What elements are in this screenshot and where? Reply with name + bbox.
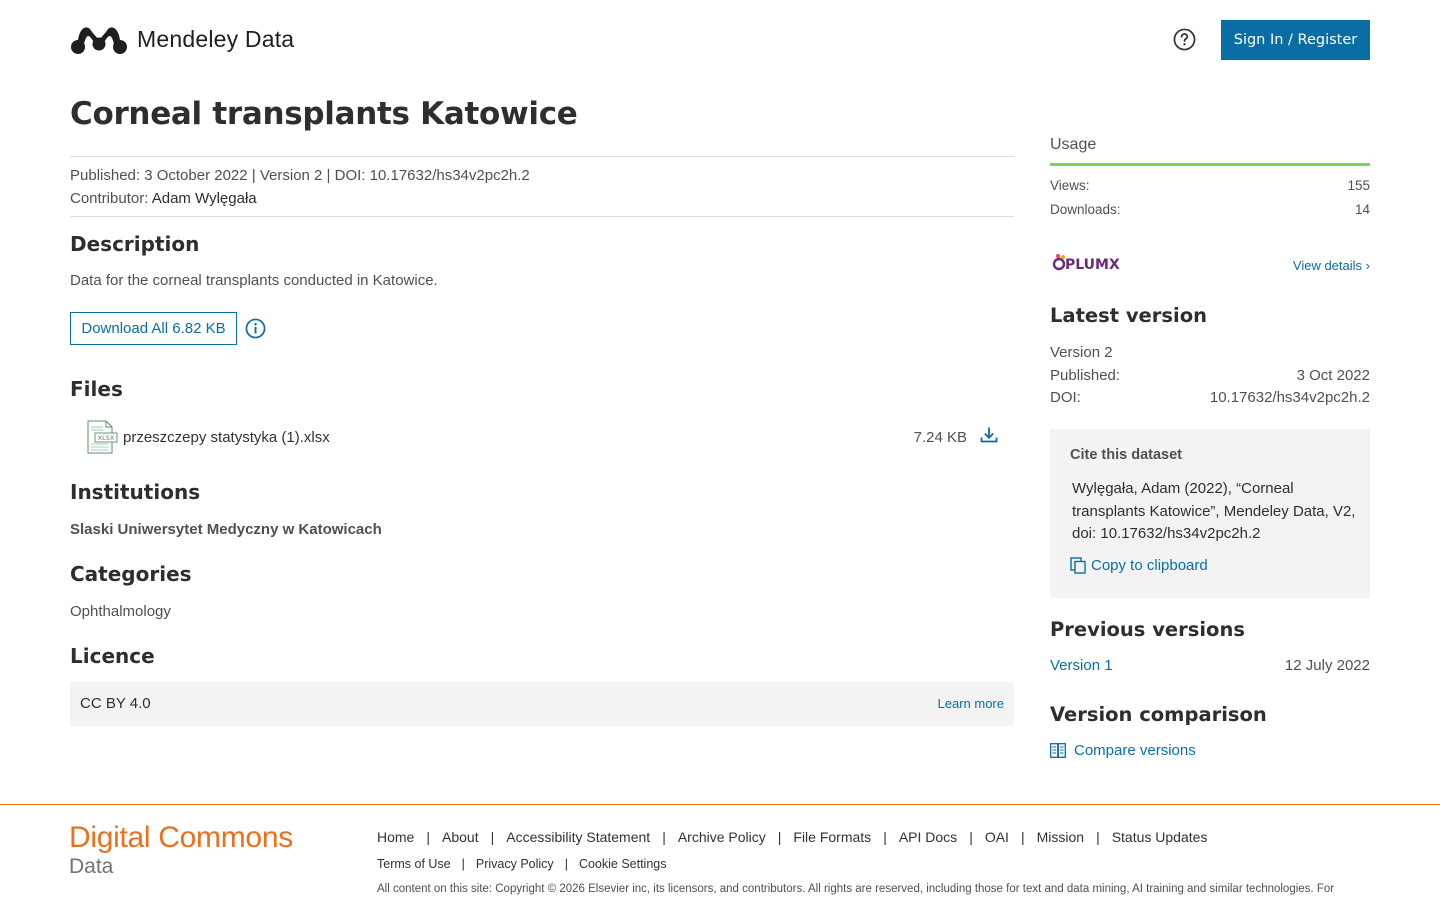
view-details-label: View details	[1292, 258, 1363, 273]
site-footer: Digital Commons Data Home | About | Access…	[0, 804, 1440, 900]
licence-box: CC BY 4.0 Learn more	[70, 682, 1014, 726]
info-icon[interactable]	[245, 318, 266, 339]
files-heading: Files	[70, 377, 123, 401]
latest-version-heading: Latest version	[1050, 304, 1207, 327]
previous-version-date: 12 July 2022	[1284, 657, 1370, 674]
footer-legal-nav: Terms of Use | Privacy Policy | Cookie Set…	[377, 857, 667, 871]
brand-name: Mendeley Data	[137, 25, 295, 52]
plumx-label: PLUMX	[1065, 257, 1120, 273]
category-name[interactable]: Ophthalmology	[70, 603, 171, 620]
footer-link-oai[interactable]: OAI	[985, 829, 1009, 845]
footer-link-api-docs[interactable]: API Docs	[899, 829, 957, 845]
institutions-heading: Institutions	[70, 480, 201, 504]
dataset-sidebar: Usage Views: 155 Downloads: 14 PLUMX Vie…	[1050, 136, 1370, 759]
footer-link-accessibility[interactable]: Accessibility Statement	[506, 829, 650, 845]
chevron-right-icon: ›	[1365, 258, 1370, 273]
download-all-button[interactable]: Download All 6.82 KB	[70, 312, 237, 345]
copy-icon	[1070, 557, 1086, 574]
page-title: Corneal transplants Katowice	[70, 96, 578, 132]
contributor-line: Contributor: Adam Wylęgała	[70, 187, 1014, 210]
downloads-stat: Downloads: 14	[1050, 202, 1370, 217]
footer-link-cookie-settings[interactable]: Cookie Settings	[579, 857, 667, 871]
contributor-name[interactable]: Adam Wylęgała	[152, 190, 257, 207]
download-icon[interactable]	[980, 426, 998, 444]
licence-name: CC BY 4.0	[80, 695, 151, 712]
downloads-count: 14	[1354, 202, 1370, 217]
version-comparison-heading: Version comparison	[1050, 703, 1267, 726]
xlsx-file-icon: XLSX	[87, 420, 118, 454]
footer-link-about[interactable]: About	[442, 829, 479, 845]
compare-label: Compare versions	[1074, 742, 1196, 759]
doi-label: DOI:	[1050, 389, 1081, 406]
latest-version-number: Version 2	[1050, 344, 1113, 361]
licence-heading: Licence	[70, 644, 155, 668]
dataset-main: Corneal transplants Katowice Published: …	[70, 96, 1014, 726]
description-text: Data for the corneal transplants conduct…	[70, 272, 438, 289]
learn-more-link[interactable]: Learn more	[938, 696, 1004, 711]
site-header: Mendeley Data Sign In / Register	[0, 0, 1440, 80]
footer-link-mission[interactable]: Mission	[1037, 829, 1084, 845]
published-date: 3 Oct 2022	[1296, 367, 1370, 384]
previous-version-link[interactable]: Version 1	[1050, 657, 1113, 674]
publish-meta-line: Published: 3 October 2022 | Version 2 | …	[70, 167, 530, 184]
footer-nav: Home | About | Accessibility Statement | Ar…	[377, 829, 1208, 845]
citation-text: Wylęgała, Adam (2022), “Corneal transpla…	[1072, 480, 1356, 542]
mendeley-data-logo[interactable]: Mendeley Data	[70, 22, 294, 56]
contributor-label: Contributor:	[70, 190, 149, 207]
help-icon[interactable]	[1173, 28, 1196, 51]
views-stat: Views: 155	[1050, 178, 1370, 193]
doi-value[interactable]: 10.17632/hs34v2pc2h.2	[1210, 389, 1370, 406]
usage-heading: Usage	[1050, 136, 1370, 166]
description-heading: Description	[70, 232, 200, 256]
views-label: Views:	[1050, 178, 1090, 193]
published-label: Published:	[1050, 367, 1121, 384]
file-row[interactable]: XLSX przeszczepy statystyka (1).xlsx 7.2…	[86, 420, 1004, 454]
footer-link-home[interactable]: Home	[377, 829, 414, 845]
compare-icon	[1050, 743, 1066, 758]
footer-link-archive-policy[interactable]: Archive Policy	[678, 829, 766, 845]
copy-to-clipboard-link[interactable]: Copy to clipboard	[1070, 557, 1208, 574]
copy-label: Copy to clipboard	[1091, 557, 1208, 574]
views-count: 155	[1347, 178, 1370, 193]
mendeley-logo-icon	[71, 27, 127, 54]
footer-link-status-updates[interactable]: Status Updates	[1112, 829, 1208, 845]
file-name[interactable]: przeszczepy statystyka (1).xlsx	[123, 429, 330, 446]
institution-name[interactable]: Slaski Uniwersytet Medyczny w Katowicach	[70, 521, 382, 538]
latest-published-row: Published: 3 Oct 2022	[1050, 367, 1370, 384]
categories-heading: Categories	[70, 562, 192, 586]
footer-link-privacy[interactable]: Privacy Policy	[476, 857, 554, 871]
digital-commons-logo[interactable]: Digital Commons	[69, 821, 293, 855]
cite-heading: Cite this dataset	[1070, 447, 1182, 463]
downloads-label: Downloads:	[1050, 202, 1121, 217]
cite-box: Cite this dataset Wylęgała, Adam (2022),…	[1050, 429, 1370, 598]
file-size: 7.24 KB	[913, 429, 967, 446]
latest-doi-row: DOI: 10.17632/hs34v2pc2h.2	[1050, 389, 1370, 406]
footer-link-terms[interactable]: Terms of Use	[377, 857, 451, 871]
previous-versions-heading: Previous versions	[1050, 618, 1245, 641]
footer-link-file-formats[interactable]: File Formats	[793, 829, 871, 845]
digital-commons-logo-sub: Data	[69, 855, 114, 878]
file-type-badge: XLSX	[98, 434, 115, 442]
copyright-text: All content on this site: Copyright © 20…	[377, 883, 1335, 895]
plumx-logo-icon: PLUMX	[1052, 254, 1120, 273]
view-details-link[interactable]: View details ›	[1293, 258, 1370, 273]
compare-versions-link[interactable]: Compare versions	[1050, 742, 1196, 759]
sign-in-register-button[interactable]: Sign In / Register	[1221, 20, 1370, 60]
dataset-meta: Published: 3 October 2022 | Version 2 | …	[70, 156, 1014, 217]
